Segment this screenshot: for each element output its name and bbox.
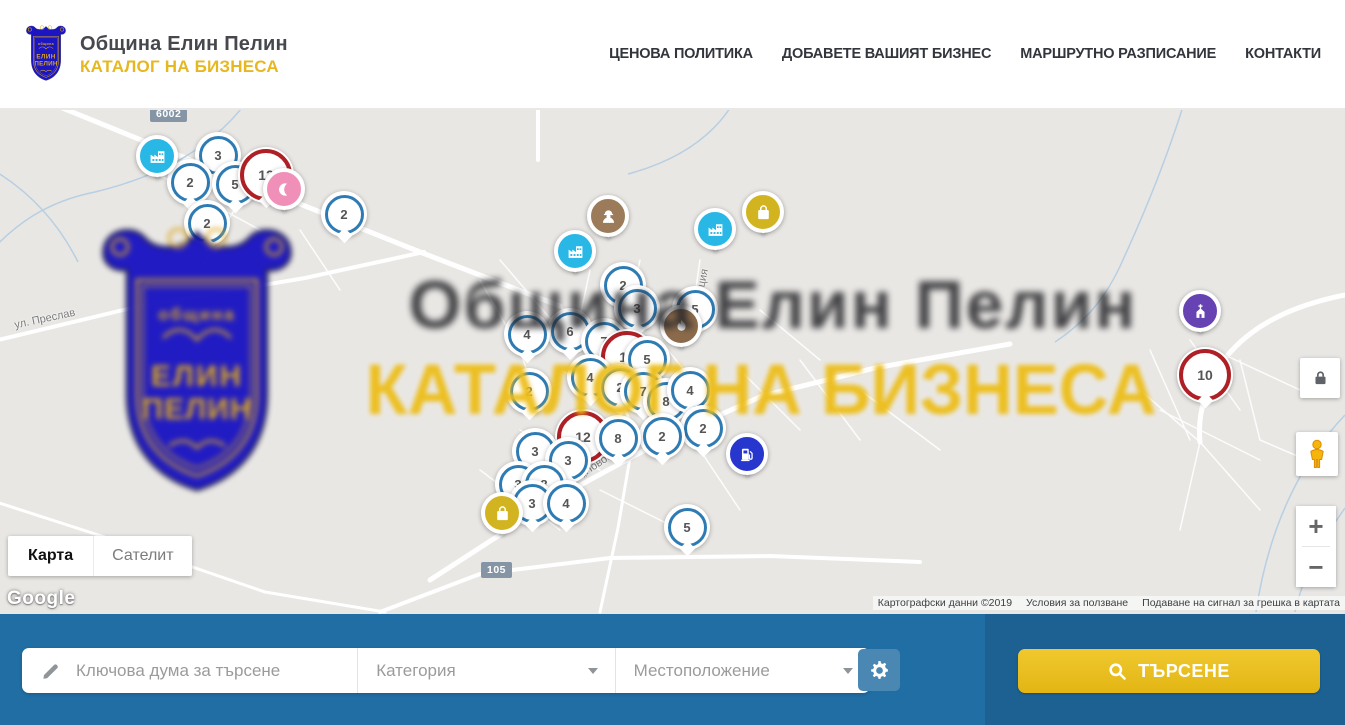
- map-cluster[interactable]: 2: [680, 405, 726, 451]
- map-cluster[interactable]: 10: [1177, 347, 1233, 403]
- cluster-count: 2: [188, 204, 227, 243]
- search-button-label: ТЪРСЕНЕ: [1138, 661, 1230, 682]
- map-type-control: Карта Сателит: [8, 536, 192, 576]
- site-title-block: Община Елин Пелин КАТАЛОГ НА БИЗНЕСА: [80, 32, 288, 77]
- nav-add-business[interactable]: ДОБАВЕТЕ ВАШИЯТ БИЗНЕС: [782, 46, 991, 62]
- search-icon: [1108, 662, 1127, 681]
- municipality-emblem-icon: община ЕЛИН ПЕЛИН: [22, 23, 70, 85]
- category-label: Категория: [376, 661, 455, 681]
- nav-route-schedule[interactable]: МАРШРУТНО РАЗПИСАНИЕ: [1020, 46, 1216, 62]
- page: община ЕЛИН ПЕЛИН Община Елин Пелин КАТА…: [0, 0, 1345, 725]
- google-logo[interactable]: Google: [7, 588, 75, 610]
- map-cluster[interactable]: 4: [504, 311, 550, 357]
- cluster-count: 3: [618, 289, 657, 328]
- map-cluster[interactable]: 8: [595, 415, 641, 461]
- map-cluster[interactable]: 2: [184, 200, 230, 246]
- map-canvas[interactable]: 6002 105 ул. Преслав бул. „Новосел ция 3…: [0, 110, 1345, 614]
- map-cluster[interactable]: 4: [543, 480, 589, 526]
- zoom-control: + −: [1296, 506, 1336, 587]
- road-label-6002: 6002: [150, 110, 187, 122]
- moon-icon: [263, 168, 305, 210]
- site-subtitle: КАТАЛОГ НА БИЗНЕСА: [80, 56, 288, 77]
- cluster-count: 2: [684, 409, 723, 448]
- map-cluster[interactable]: 2: [639, 413, 685, 459]
- keyword-input[interactable]: [74, 660, 357, 682]
- location-select[interactable]: Местоположение: [615, 648, 870, 693]
- location-label: Местоположение: [634, 661, 770, 681]
- chevron-down-icon: [588, 668, 598, 674]
- cluster-count: 2: [325, 195, 364, 234]
- nav-contacts[interactable]: КОНТАКТИ: [1245, 46, 1321, 62]
- map-pin-church[interactable]: [1178, 290, 1222, 346]
- search-bar: Категория Местоположение: [22, 648, 870, 693]
- category-select[interactable]: Категория: [357, 648, 614, 693]
- emblem-name-2: ПЕЛИН: [34, 61, 57, 68]
- cluster-count: 4: [547, 484, 586, 523]
- road-label-105: 105: [481, 562, 512, 578]
- pencil-icon: [41, 660, 62, 681]
- zoom-in-button[interactable]: +: [1296, 506, 1336, 546]
- nav-pricing[interactable]: ЦЕНОВА ПОЛИТИКА: [609, 46, 753, 62]
- keyword-section: [22, 648, 357, 693]
- map-pin-bag[interactable]: [480, 492, 524, 548]
- cluster-count: 5: [668, 508, 707, 547]
- map-lock-button[interactable]: [1300, 358, 1340, 398]
- fuel-icon: [726, 433, 768, 475]
- map-pin-moon[interactable]: [262, 168, 306, 224]
- search-panel: Категория Местоположение ТЪРСЕНЕ: [0, 614, 1345, 725]
- map-pin-factory[interactable]: [135, 135, 179, 191]
- lock-icon: [1313, 370, 1328, 386]
- worker-icon: [587, 195, 629, 237]
- factory-icon: [694, 208, 736, 250]
- map-cluster[interactable]: 3: [614, 285, 660, 331]
- cluster-count: 8: [599, 419, 638, 458]
- map-type-satellite-button[interactable]: Сателит: [93, 536, 191, 576]
- map-cluster[interactable]: 5: [664, 504, 710, 550]
- logo[interactable]: община ЕЛИН ПЕЛИН: [22, 23, 70, 85]
- street-view-pegman[interactable]: [1296, 432, 1338, 476]
- cluster-count: 2: [510, 372, 549, 411]
- map-pin-bag[interactable]: [741, 191, 785, 247]
- factory-icon: [136, 135, 178, 177]
- pegman-icon: [1306, 439, 1328, 470]
- attribution-terms-link[interactable]: Условия за ползване: [1026, 597, 1128, 609]
- emblem-small-text: община: [38, 42, 54, 46]
- settings-button[interactable]: [858, 649, 900, 691]
- map-pin-fire[interactable]: [659, 305, 703, 361]
- cluster-count: 4: [508, 315, 547, 354]
- map-cluster[interactable]: 2: [321, 191, 367, 237]
- map-pin-factory[interactable]: [693, 208, 737, 264]
- chevron-down-icon: [843, 668, 853, 674]
- map-attribution: Картографски данни ©2019 Условия за полз…: [873, 596, 1345, 610]
- fire-icon: [660, 305, 702, 347]
- cluster-count: 2: [643, 417, 682, 456]
- map-pin-worker[interactable]: [586, 195, 630, 251]
- map-pin-fuel[interactable]: [725, 433, 769, 489]
- header: община ЕЛИН ПЕЛИН Община Елин Пелин КАТА…: [0, 0, 1345, 110]
- attribution-copyright: Картографски данни ©2019: [878, 597, 1012, 609]
- main-nav: ЦЕНОВА ПОЛИТИКА ДОБАВЕТЕ ВАШИЯТ БИЗНЕС М…: [609, 46, 1321, 62]
- bag-icon: [742, 191, 784, 233]
- site-title: Община Елин Пелин: [80, 32, 288, 56]
- cluster-count: 4: [671, 371, 710, 410]
- bag-icon: [481, 492, 523, 534]
- church-icon: [1179, 290, 1221, 332]
- attribution-report-link[interactable]: Подаване на сигнал за грешка в картата: [1142, 597, 1340, 609]
- zoom-out-button[interactable]: −: [1296, 547, 1336, 587]
- search-button[interactable]: ТЪРСЕНЕ: [1018, 649, 1320, 693]
- gear-icon: [869, 660, 890, 681]
- map-cluster[interactable]: 2: [506, 368, 552, 414]
- emblem-name-1: ЕЛИН: [36, 54, 55, 61]
- map-type-map-button[interactable]: Карта: [8, 536, 93, 576]
- cluster-count: 10: [1179, 349, 1231, 401]
